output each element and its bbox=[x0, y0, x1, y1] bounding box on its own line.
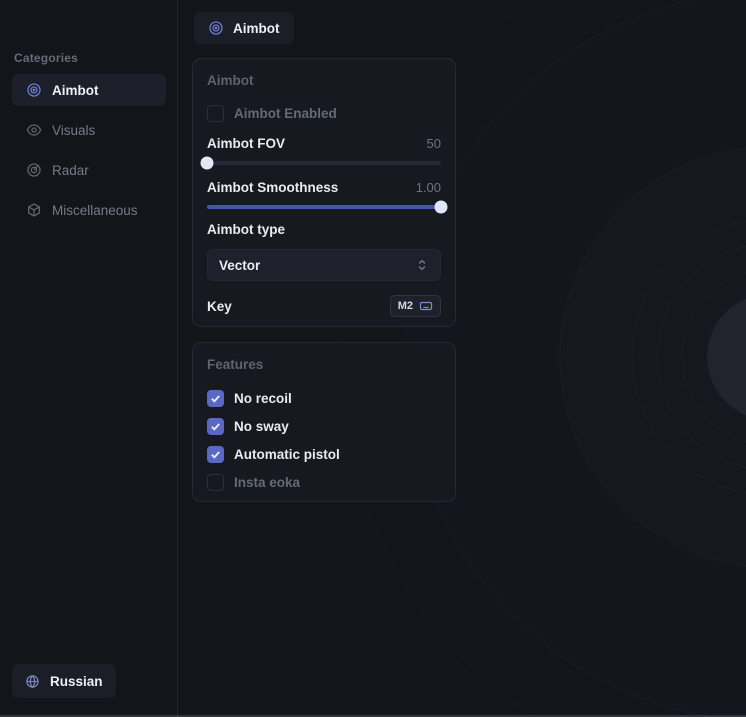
sidebar-item-visuals[interactable]: Visuals bbox=[12, 114, 166, 146]
panel-title: Features bbox=[207, 357, 441, 374]
insta-eoka-checkbox[interactable] bbox=[207, 474, 224, 491]
categories-label: Categories bbox=[14, 51, 78, 65]
aimbot-enabled-checkbox[interactable] bbox=[207, 105, 224, 122]
smoothness-slider-track[interactable] bbox=[207, 205, 441, 209]
fov-slider-thumb[interactable] bbox=[201, 156, 214, 169]
smoothness-label: Aimbot Smoothness bbox=[207, 180, 338, 195]
no-recoil-checkbox[interactable] bbox=[207, 390, 224, 407]
globe-icon bbox=[25, 674, 40, 689]
tab-aimbot[interactable]: Aimbot bbox=[194, 12, 294, 44]
language-button[interactable]: Russian bbox=[12, 664, 116, 698]
sidebar: Categories Aimbot Visuals Radar Miscella… bbox=[0, 0, 178, 717]
keybind-value: M2 bbox=[398, 300, 413, 312]
cube-icon bbox=[26, 202, 42, 218]
sidebar-item-radar[interactable]: Radar bbox=[12, 154, 166, 186]
sidebar-item-aimbot[interactable]: Aimbot bbox=[12, 74, 166, 106]
sidebar-item-label: Aimbot bbox=[52, 83, 99, 98]
features-list: No recoil No sway Automatic pistol Insta… bbox=[207, 389, 441, 491]
feature-row-insta-eoka[interactable]: Insta eoka bbox=[207, 473, 441, 491]
checkbox-label: No recoil bbox=[234, 391, 292, 406]
fov-value: 50 bbox=[427, 136, 441, 151]
sidebar-item-label: Miscellaneous bbox=[52, 203, 138, 218]
chevron-up-down-icon bbox=[415, 258, 429, 272]
aimbot-panel: Aimbot Aimbot Enabled Aimbot FOV 50 Aimb… bbox=[192, 58, 456, 327]
keybind-row: Key M2 bbox=[207, 295, 441, 317]
select-value: Vector bbox=[219, 258, 260, 273]
smoothness-slider-thumb[interactable] bbox=[435, 200, 448, 213]
automatic-pistol-checkbox[interactable] bbox=[207, 446, 224, 463]
fov-label: Aimbot FOV bbox=[207, 136, 285, 151]
features-panel: Features No recoil No sway Automatic pis… bbox=[192, 342, 456, 502]
panel-title: Aimbot bbox=[207, 73, 441, 90]
fov-slider[interactable] bbox=[207, 156, 441, 169]
fov-slider-track[interactable] bbox=[207, 161, 441, 165]
checkbox-label: Insta eoka bbox=[234, 475, 300, 490]
tab-label: Aimbot bbox=[233, 21, 280, 36]
feature-row-automatic-pistol[interactable]: Automatic pistol bbox=[207, 445, 441, 463]
key-label: Key bbox=[207, 299, 232, 314]
feature-row-no-sway[interactable]: No sway bbox=[207, 417, 441, 435]
category-nav: Aimbot Visuals Radar Miscellaneous bbox=[12, 74, 166, 234]
smoothness-slider[interactable] bbox=[207, 200, 441, 213]
feature-row-no-recoil[interactable]: No recoil bbox=[207, 389, 441, 407]
keybind-button[interactable]: M2 bbox=[390, 295, 441, 317]
smoothness-value: 1.00 bbox=[416, 180, 441, 195]
fov-header: Aimbot FOV 50 bbox=[207, 135, 441, 152]
sidebar-item-label: Radar bbox=[52, 163, 89, 178]
checkbox-label: No sway bbox=[234, 419, 289, 434]
sidebar-item-label: Visuals bbox=[52, 123, 95, 138]
sidebar-item-miscellaneous[interactable]: Miscellaneous bbox=[12, 194, 166, 226]
radar-icon bbox=[26, 162, 42, 178]
smoothness-header: Aimbot Smoothness 1.00 bbox=[207, 179, 441, 196]
aimbot-type-select[interactable]: Vector bbox=[207, 249, 441, 281]
aimbot-type-label: Aimbot type bbox=[207, 222, 441, 239]
no-sway-checkbox[interactable] bbox=[207, 418, 224, 435]
target-icon bbox=[208, 20, 224, 36]
target-icon bbox=[26, 82, 42, 98]
checkbox-label: Aimbot Enabled bbox=[234, 106, 337, 121]
eye-icon bbox=[26, 122, 42, 138]
language-button-label: Russian bbox=[50, 674, 103, 689]
checkbox-label: Automatic pistol bbox=[234, 447, 340, 462]
keyboard-icon bbox=[419, 299, 433, 313]
aimbot-enabled-row[interactable]: Aimbot Enabled bbox=[207, 104, 441, 122]
